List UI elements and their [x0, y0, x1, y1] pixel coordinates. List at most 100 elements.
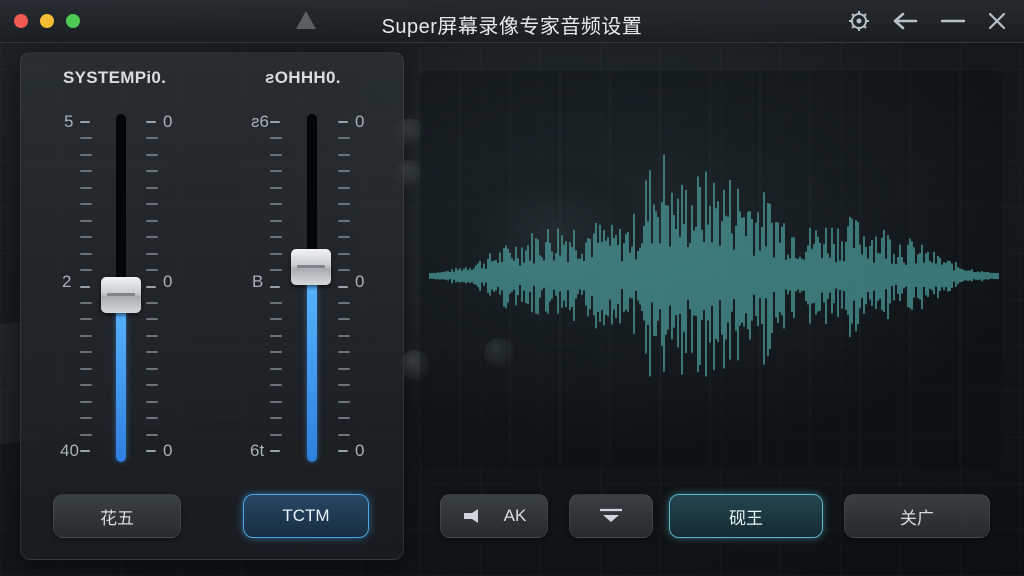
scale-tick — [338, 252, 350, 255]
scale-tick — [270, 203, 282, 206]
channel-2-scale-top: ƨ6 — [251, 112, 269, 131]
channel-1-level-fill — [116, 294, 126, 462]
scale-tick — [270, 252, 282, 255]
waveform-display — [429, 70, 999, 468]
scale-tick — [80, 417, 92, 420]
close-icon[interactable] — [984, 8, 1010, 34]
scale-tick — [80, 236, 92, 239]
scale-tick — [80, 301, 92, 304]
channel-1-right-top: 0 — [163, 112, 173, 131]
scale-tick — [146, 450, 156, 452]
channel-1-scale-top: 5 — [64, 112, 74, 131]
scale-tick — [146, 400, 158, 403]
scale-tick — [80, 334, 92, 337]
scale-tick — [146, 417, 158, 420]
scale-tick — [270, 400, 282, 403]
speaker-button-label: AK — [503, 506, 527, 525]
scale-tick — [146, 433, 158, 436]
cancel-button[interactable]: 关广 — [844, 494, 990, 538]
scale-tick — [338, 417, 350, 420]
scale-tick — [338, 203, 350, 206]
scale-tick — [338, 367, 350, 370]
gear-icon[interactable] — [846, 8, 872, 34]
scale-tick — [146, 252, 158, 255]
scale-tick — [146, 367, 158, 370]
scale-tick — [146, 301, 158, 304]
scale-tick — [338, 384, 350, 387]
scale-tick — [270, 384, 282, 387]
scale-tick — [338, 269, 350, 272]
scale-tick — [146, 351, 158, 354]
channel-1-scale-mid: 2 — [62, 272, 72, 291]
waveform-panel — [420, 70, 1002, 468]
scale-tick — [146, 236, 158, 239]
scale-tick — [270, 334, 282, 337]
scale-tick — [80, 153, 92, 156]
scale-tick — [338, 301, 350, 304]
scale-tick — [338, 186, 350, 189]
audio-settings-window: Super屏幕录像专家音频设置 SYSTEMPi0. ƨOHHH0. 5 2 4… — [0, 0, 1024, 576]
scale-tick — [146, 384, 158, 387]
scale-tick — [80, 203, 92, 206]
scale-tick — [270, 367, 282, 370]
scale-tick — [270, 269, 282, 272]
channel-2-title: ƨOHHH0. — [265, 68, 341, 87]
scale-tick — [270, 236, 282, 239]
scale-tick — [338, 121, 348, 123]
scale-tick — [270, 285, 280, 288]
minimize-icon[interactable] — [940, 8, 966, 34]
channel-2-fader-knob[interactable] — [291, 249, 331, 286]
scale-tick — [270, 153, 282, 156]
mixer-button-tctm[interactable]: TCTM — [243, 494, 369, 538]
scale-tick — [80, 269, 92, 272]
dropdown-icon — [597, 508, 625, 524]
scale-tick — [338, 351, 350, 354]
scale-tick — [146, 334, 158, 337]
scale-tick — [146, 219, 158, 222]
channel-1-right-bottom: 0 — [163, 441, 173, 460]
channel-2-right-bottom: 0 — [355, 441, 365, 460]
scale-tick — [338, 153, 350, 156]
scale-tick — [80, 400, 92, 403]
scale-tick — [80, 186, 92, 189]
channel-1-fader-knob[interactable] — [101, 276, 141, 313]
speaker-icon — [462, 508, 486, 524]
channel-2-scale-bottom: 6t — [250, 441, 265, 460]
dropdown-button[interactable] — [569, 494, 653, 538]
scale-tick — [270, 351, 282, 354]
scale-tick — [146, 269, 158, 272]
channel-2-right-top: 0 — [355, 112, 365, 131]
scale-tick — [338, 285, 348, 288]
scale-tick — [270, 219, 282, 222]
channel-2-level-fill — [307, 267, 317, 462]
scale-tick — [146, 153, 158, 156]
channel-1-title: SYSTEMPi0. — [63, 68, 167, 87]
scale-tick — [80, 121, 90, 123]
scale-tick — [338, 433, 350, 436]
scale-tick — [270, 433, 282, 436]
scale-tick — [80, 351, 92, 354]
channel-1-right-mid: 0 — [163, 272, 173, 291]
scale-tick — [80, 384, 92, 387]
speaker-button[interactable]: AK — [440, 494, 548, 538]
back-arrow-icon[interactable] — [892, 8, 918, 34]
scale-tick — [338, 400, 350, 403]
mixer-panel — [20, 52, 404, 560]
scale-tick — [338, 236, 350, 239]
scale-tick — [80, 367, 92, 370]
scale-tick — [80, 433, 92, 436]
channel-2-track[interactable] — [307, 114, 317, 462]
scale-tick — [270, 417, 282, 420]
scale-tick — [270, 186, 282, 189]
mixer-button-left[interactable]: 花五 — [53, 494, 181, 538]
scale-tick — [338, 450, 348, 452]
scale-tick — [338, 334, 350, 337]
channel-2-scale-mid: B — [252, 272, 264, 291]
scale-tick — [80, 450, 90, 452]
scale-tick — [146, 285, 156, 288]
scale-tick — [80, 219, 92, 222]
confirm-button[interactable]: 砚王 — [669, 494, 823, 538]
scale-tick — [270, 450, 280, 452]
scale-tick — [270, 301, 282, 304]
scale-tick — [80, 285, 90, 288]
